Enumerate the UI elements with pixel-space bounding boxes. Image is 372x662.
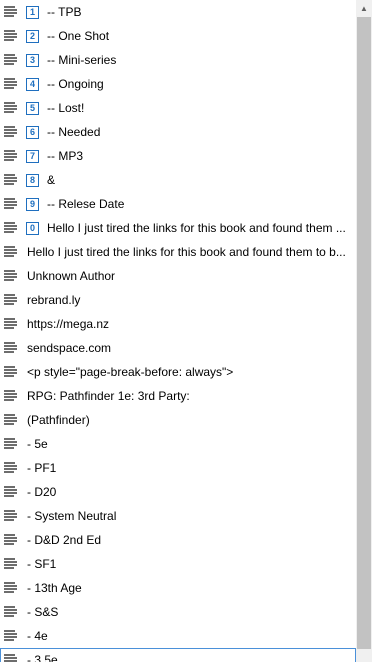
list-item[interactable]: 4 -- Ongoing — [0, 72, 356, 96]
number-badge: 9 — [26, 198, 39, 211]
list-item[interactable]: - PF1 — [0, 456, 356, 480]
text-lines-icon — [4, 150, 18, 162]
vertical-scrollbar[interactable]: ▲ — [356, 0, 372, 662]
list-item-label: -- Lost! — [47, 101, 85, 115]
list-item-label: - 13th Age — [27, 581, 82, 595]
list-item-label: - PF1 — [27, 461, 57, 475]
list-item-label: - SF1 — [27, 557, 57, 571]
text-lines-icon — [4, 486, 18, 498]
list-item-label: -- Mini-series — [47, 53, 117, 67]
list-item[interactable]: - D&D 2nd Ed — [0, 528, 356, 552]
number-badge: 6 — [26, 126, 39, 139]
list-item-label: - 4e — [27, 629, 48, 643]
list-item-label: -- Ongoing — [47, 77, 104, 91]
text-lines-icon — [4, 270, 18, 282]
text-lines-icon — [4, 462, 18, 474]
list-item[interactable]: Unknown Author — [0, 264, 356, 288]
list-item-label: -- One Shot — [47, 29, 110, 43]
list-item[interactable]: - D20 — [0, 480, 356, 504]
number-badge: 4 — [26, 78, 39, 91]
list-item-label: - System Neutral — [27, 509, 117, 523]
list-item-label: RPG: Pathfinder 1e: 3rd Party: — [27, 389, 190, 403]
snippet-list: 1 -- TPB 2 -- One Shot 3 -- Mini-series … — [0, 0, 356, 662]
list-item[interactable]: - S&S — [0, 600, 356, 624]
text-lines-icon — [4, 246, 18, 258]
text-lines-icon — [4, 558, 18, 570]
list-item[interactable]: 5 -- Lost! — [0, 96, 356, 120]
scroll-thumb[interactable] — [357, 17, 371, 649]
text-lines-icon — [4, 390, 18, 402]
list-item[interactable]: 0 Hello I just tired the links for this … — [0, 216, 356, 240]
list-item-label: https://mega.nz — [27, 317, 110, 331]
text-lines-icon — [4, 438, 18, 450]
number-badge: 1 — [26, 6, 39, 19]
list-item-label: - D&D 2nd Ed — [27, 533, 102, 547]
text-lines-icon — [4, 102, 18, 114]
text-lines-icon — [4, 342, 18, 354]
list-item[interactable]: 9 -- Relese Date — [0, 192, 356, 216]
text-lines-icon — [4, 294, 18, 306]
text-lines-icon — [4, 510, 18, 522]
list-item[interactable]: https://mega.nz — [0, 312, 356, 336]
list-item[interactable]: Hello I just tired the links for this bo… — [0, 240, 356, 264]
number-badge: 8 — [26, 174, 39, 187]
list-item-label: -- TPB — [47, 5, 82, 19]
text-lines-icon — [4, 366, 18, 378]
number-badge: 5 — [26, 102, 39, 115]
list-item[interactable]: 1 -- TPB — [0, 0, 356, 24]
list-item-label: -- Needed — [47, 125, 101, 139]
scroll-up-arrow-icon[interactable]: ▲ — [356, 0, 372, 16]
list-item-label: - 3.5e — [27, 653, 58, 662]
list-item-label: -- Relese Date — [47, 197, 125, 211]
list-item[interactable]: sendspace.com — [0, 336, 356, 360]
list-item[interactable]: 3 -- Mini-series — [0, 48, 356, 72]
list-item-label: (Pathfinder) — [27, 413, 90, 427]
list-item[interactable]: 8 & — [0, 168, 356, 192]
list-item-label: - D20 — [27, 485, 57, 499]
list-item[interactable]: 6 -- Needed — [0, 120, 356, 144]
list-item-label: - S&S — [27, 605, 59, 619]
text-lines-icon — [4, 222, 18, 234]
number-badge: 0 — [26, 222, 39, 235]
list-item-label: Unknown Author — [27, 269, 116, 283]
list-item-label: -- MP3 — [47, 149, 83, 163]
list-item-label: & — [47, 173, 56, 187]
list-item-label: Hello I just tired the links for this bo… — [47, 221, 346, 235]
list-item-label: sendspace.com — [27, 341, 112, 355]
list-item-label: rebrand.ly — [27, 293, 81, 307]
list-item[interactable]: - 13th Age — [0, 576, 356, 600]
list-item[interactable]: - System Neutral — [0, 504, 356, 528]
text-lines-icon — [4, 534, 18, 546]
number-badge: 3 — [26, 54, 39, 67]
text-lines-icon — [4, 318, 18, 330]
list-item[interactable]: - 4e — [0, 624, 356, 648]
number-badge: 2 — [26, 30, 39, 43]
list-item[interactable]: (Pathfinder) — [0, 408, 356, 432]
text-lines-icon — [4, 630, 18, 642]
text-lines-icon — [4, 198, 18, 210]
text-lines-icon — [4, 582, 18, 594]
text-lines-icon — [4, 126, 18, 138]
list-item[interactable]: RPG: Pathfinder 1e: 3rd Party: — [0, 384, 356, 408]
list-item[interactable]: - 5e — [0, 432, 356, 456]
list-item-label: - 5e — [27, 437, 48, 451]
text-lines-icon — [4, 606, 18, 618]
text-lines-icon — [4, 78, 18, 90]
text-lines-icon — [4, 414, 18, 426]
text-lines-icon — [4, 174, 18, 186]
list-item-selected[interactable]: - 3.5e — [0, 648, 356, 662]
list-item[interactable]: - SF1 — [0, 552, 356, 576]
list-item-label: Hello I just tired the links for this bo… — [27, 245, 346, 259]
list-item[interactable]: 7 -- MP3 — [0, 144, 356, 168]
text-lines-icon — [4, 654, 18, 662]
list-item[interactable]: 2 -- One Shot — [0, 24, 356, 48]
text-lines-icon — [4, 6, 18, 18]
list-item-label: <p style="page-break-before: always"> — [27, 365, 234, 379]
number-badge: 7 — [26, 150, 39, 163]
text-lines-icon — [4, 30, 18, 42]
text-lines-icon — [4, 54, 18, 66]
list-item[interactable]: rebrand.ly — [0, 288, 356, 312]
list-item[interactable]: <p style="page-break-before: always"> — [0, 360, 356, 384]
